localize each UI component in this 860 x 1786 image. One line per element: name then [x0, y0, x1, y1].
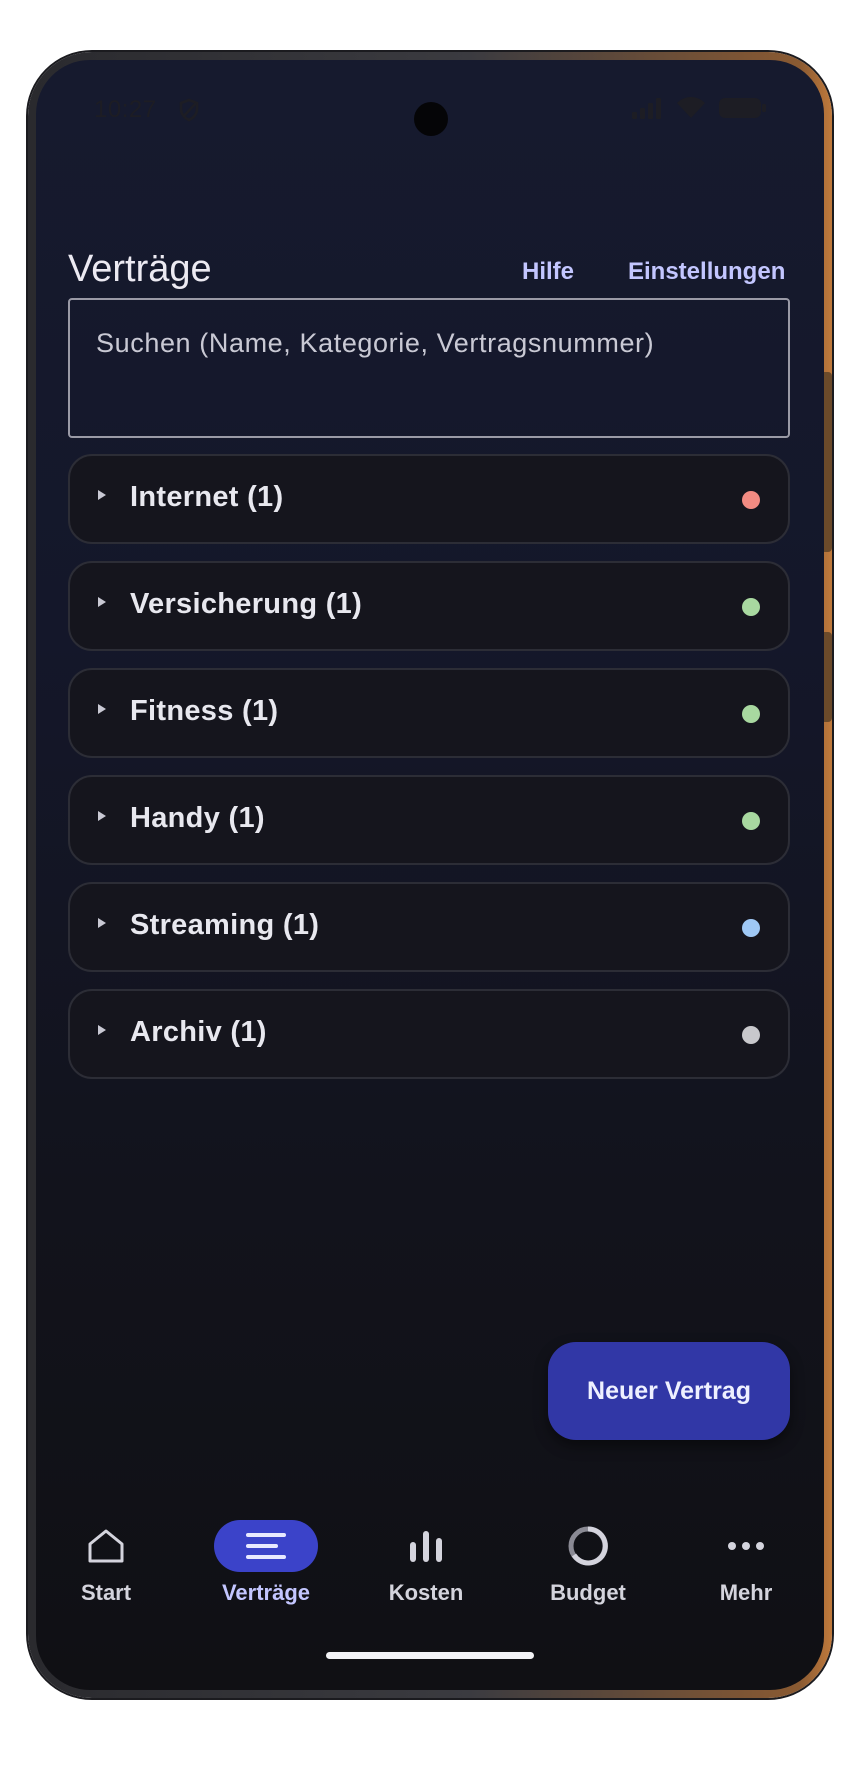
help-link[interactable]: Hilfe: [522, 258, 574, 286]
status-dot: [742, 598, 760, 616]
nav-label: Mehr: [719, 1580, 773, 1605]
status-dot: [742, 919, 760, 937]
status-time: 10:27: [94, 96, 157, 123]
nav-icon-container: [374, 1520, 478, 1572]
nav-label: Start: [80, 1580, 132, 1605]
nav-icon-container: [694, 1520, 798, 1572]
menu-lines-icon: [246, 1533, 286, 1559]
category-label: Internet (1): [130, 481, 284, 513]
expand-arrow-icon: [98, 597, 106, 607]
page-title: Verträge: [68, 248, 212, 290]
nav-label: Budget: [550, 1580, 626, 1605]
expand-arrow-icon: [98, 490, 106, 500]
signal-icon: [632, 98, 661, 119]
category-handy[interactable]: Handy (1): [68, 775, 790, 865]
new-contract-button[interactable]: Neuer Vertrag: [548, 1342, 790, 1440]
category-archiv[interactable]: Archiv (1): [68, 989, 790, 1079]
category-versicherung[interactable]: Versicherung (1): [68, 561, 790, 651]
category-label: Archiv (1): [130, 1016, 267, 1048]
nav-item-kosten[interactable]: Kosten: [356, 1520, 496, 1606]
bar-chart-icon: [410, 1531, 442, 1562]
category-list: Internet (1) Versicherung (1) Fitness (1…: [68, 454, 790, 1096]
search-input[interactable]: Suchen (Name, Kategorie, Vertragsnummer): [68, 298, 790, 438]
side-button-power: [824, 632, 832, 722]
search-placeholder: Suchen (Name, Kategorie, Vertragsnummer): [96, 328, 655, 358]
more-dots-icon: [728, 1542, 764, 1550]
category-label: Handy (1): [130, 802, 265, 834]
status-icons: [630, 96, 768, 120]
status-dot: [742, 491, 760, 509]
app-screen: 10:27 Verträge Hilfe Einstellungen Suche…: [36, 60, 824, 1690]
nav-icon-container: [54, 1520, 158, 1572]
nav-item-start[interactable]: Start: [36, 1520, 176, 1606]
status-dot: [742, 812, 760, 830]
front-camera: [414, 102, 448, 136]
status-bar: 10:27: [36, 60, 824, 160]
shield-icon: [179, 98, 199, 122]
category-label: Versicherung (1): [130, 588, 363, 620]
nav-item-mehr[interactable]: Mehr: [676, 1520, 816, 1606]
nav-label: Verträge: [221, 1580, 311, 1605]
nav-item-vertraege[interactable]: Verträge: [196, 1520, 336, 1606]
category-label: Fitness (1): [130, 695, 279, 727]
nav-label: Kosten: [388, 1580, 464, 1605]
app-header: Verträge Hilfe Einstellungen: [36, 210, 824, 290]
nav-icon-container: [536, 1520, 640, 1572]
category-fitness[interactable]: Fitness (1): [68, 668, 790, 758]
settings-link[interactable]: Einstellungen: [628, 258, 785, 286]
battery-icon: [719, 98, 766, 118]
nav-icon-container-active: [214, 1520, 318, 1572]
expand-arrow-icon: [98, 704, 106, 714]
status-dot: [742, 705, 760, 723]
status-dot: [742, 1026, 760, 1044]
donut-icon: [568, 1526, 608, 1566]
side-button-volume: [824, 372, 832, 552]
home-indicator[interactable]: [326, 1652, 534, 1659]
expand-arrow-icon: [98, 811, 106, 821]
new-contract-label: Neuer Vertrag: [587, 1376, 751, 1405]
home-icon: [88, 1529, 124, 1563]
nav-item-budget[interactable]: Budget: [518, 1520, 658, 1606]
wifi-icon: [677, 97, 705, 118]
category-label: Streaming (1): [130, 909, 320, 941]
bottom-navigation: Start Verträge Kosten Budget Mehr: [36, 1520, 824, 1640]
category-streaming[interactable]: Streaming (1): [68, 882, 790, 972]
expand-arrow-icon: [98, 918, 106, 928]
category-internet[interactable]: Internet (1): [68, 454, 790, 544]
expand-arrow-icon: [98, 1025, 106, 1035]
